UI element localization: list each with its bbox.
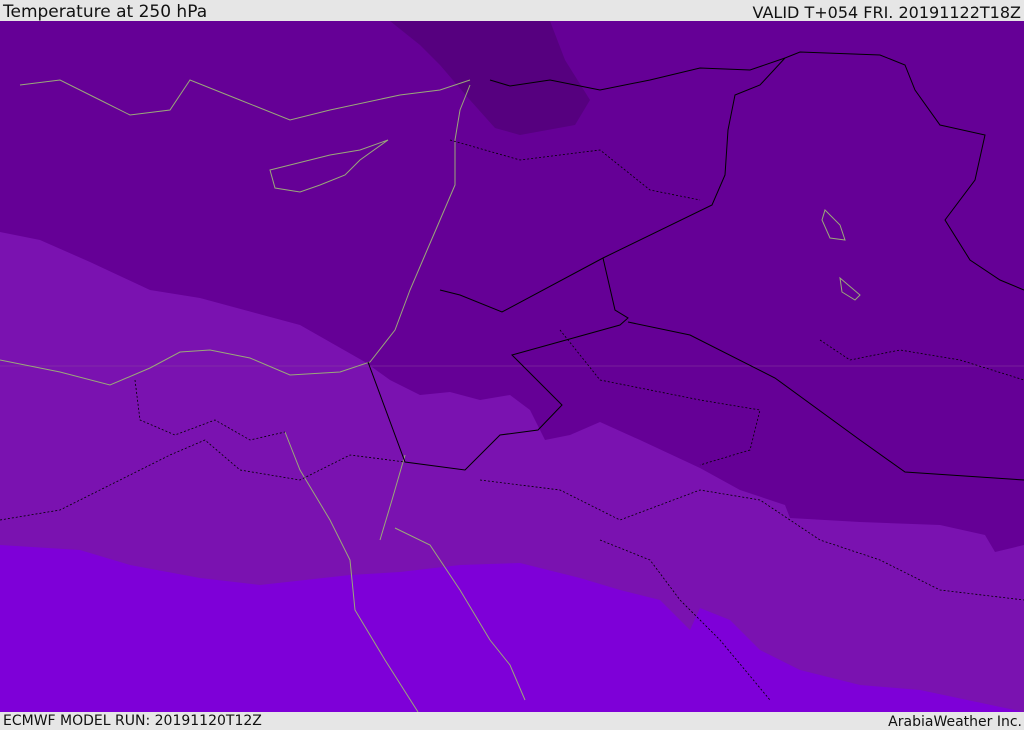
map-title: Temperature at 250 hPa [3, 2, 208, 22]
model-run: ECMWF MODEL RUN: 20191120T12Z [3, 713, 262, 729]
header-bar: Temperature at 250 hPa VALID T+054 FRI. … [0, 0, 1024, 22]
footer-bar: ECMWF MODEL RUN: 20191120T12Z ArabiaWeat… [0, 712, 1024, 730]
temperature-map[interactable] [0, 21, 1024, 712]
valid-time: VALID T+054 FRI. 20191122T18Z [752, 3, 1021, 22]
brand-label: ArabiaWeather Inc. [888, 714, 1022, 730]
